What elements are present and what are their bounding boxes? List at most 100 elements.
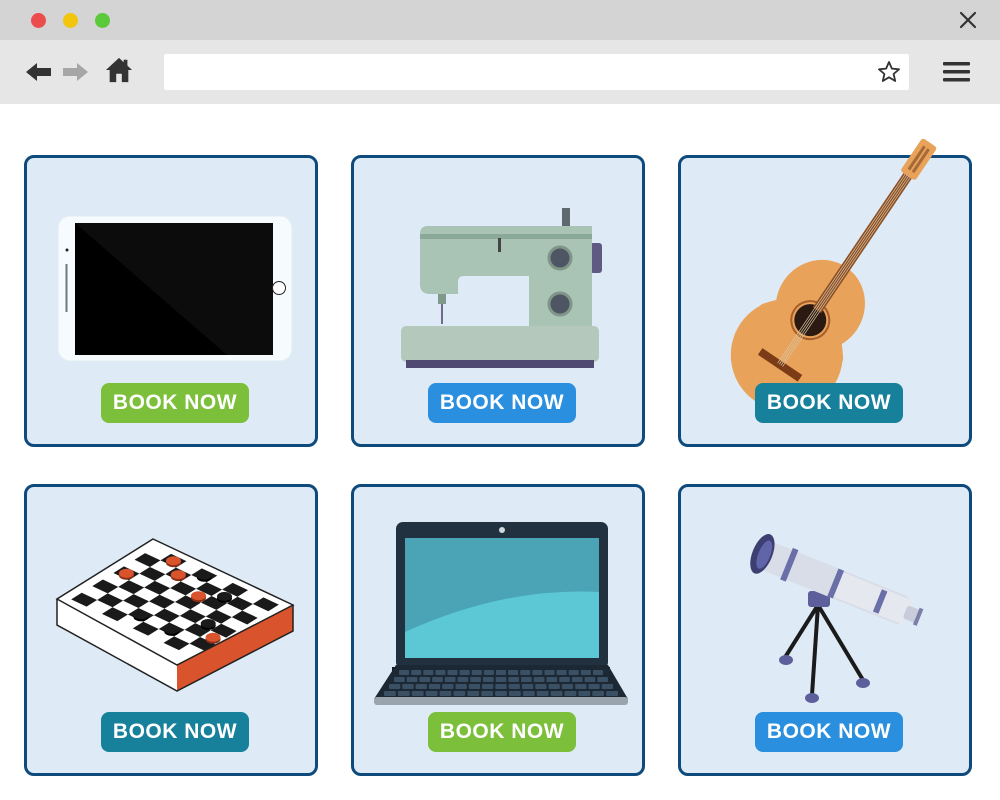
laptop-key <box>444 677 456 682</box>
laptop-key <box>535 684 547 689</box>
laptop-key <box>411 691 424 696</box>
forward-arrow-icon[interactable] <box>60 58 90 86</box>
laptop-key <box>442 684 454 689</box>
laptop-key <box>495 691 507 696</box>
laptop-key <box>425 691 438 696</box>
laptop-key <box>606 691 618 696</box>
laptop-key <box>389 684 401 689</box>
laptop-key <box>439 691 452 696</box>
laptop-key <box>521 677 532 682</box>
laptop-key <box>447 670 458 675</box>
laptop-key <box>467 691 480 696</box>
laptop-key <box>495 684 507 689</box>
laptop-key <box>592 691 605 696</box>
laptop-key <box>495 670 507 675</box>
book-now-button[interactable]: BOOK NOW <box>101 712 249 752</box>
laptop-key <box>415 684 427 689</box>
laptop-key <box>556 670 567 675</box>
laptop-key <box>508 684 520 689</box>
laptop-key <box>550 691 563 696</box>
laptop-key <box>482 684 494 689</box>
checker-piece <box>164 624 180 634</box>
checker-piece <box>205 632 221 642</box>
laptop-key <box>559 677 570 682</box>
address-bar[interactable] <box>164 54 909 90</box>
laptop-key <box>435 670 446 675</box>
product-card-tablet: BOOK NOW <box>24 155 318 447</box>
laptop-key <box>481 691 494 696</box>
checker-piece <box>133 610 149 620</box>
book-now-button[interactable]: BOOK NOW <box>428 712 576 752</box>
laptop-key <box>495 677 507 682</box>
laptop-key <box>520 670 531 675</box>
checker-piece <box>170 570 186 580</box>
laptop-key <box>568 670 579 675</box>
book-now-button[interactable]: BOOK NOW <box>755 712 903 752</box>
checker-piece <box>217 591 232 601</box>
laptop-key <box>483 670 494 675</box>
window-maximize-dot[interactable] <box>95 13 110 28</box>
laptop-key <box>384 691 396 696</box>
laptop-key <box>546 677 558 682</box>
laptop-key <box>508 677 520 682</box>
laptop-key <box>584 677 596 682</box>
laptop-key <box>597 677 608 682</box>
laptop-key <box>471 670 482 675</box>
checker-piece <box>191 591 207 601</box>
laptop-key <box>592 670 603 675</box>
laptop-key <box>397 691 410 696</box>
laptop-key <box>548 684 560 689</box>
laptop-key <box>588 684 600 689</box>
laptop-key <box>394 677 405 682</box>
laptop-key <box>575 684 587 689</box>
laptop-key <box>423 670 434 675</box>
laptop-key <box>532 670 543 675</box>
product-card-sewing-machine: BOOK NOW <box>351 155 645 447</box>
hamburger-menu-icon[interactable] <box>942 60 972 84</box>
laptop-key <box>578 691 591 696</box>
laptop-key <box>580 670 591 675</box>
checker-piece <box>200 618 216 628</box>
laptop-key <box>508 670 519 675</box>
window-minimize-dot[interactable] <box>63 13 78 28</box>
laptop-key <box>468 684 481 689</box>
product-card-telescope: BOOK NOW <box>678 484 972 776</box>
laptop-key <box>571 677 583 682</box>
product-card-laptop: BOOK NOW <box>351 484 645 776</box>
laptop-key <box>428 684 441 689</box>
book-now-button[interactable]: BOOK NOW <box>428 383 576 423</box>
laptop-key <box>402 684 414 689</box>
laptop-key <box>432 677 443 682</box>
laptop-key <box>470 677 481 682</box>
window-titlebar <box>0 0 1000 40</box>
laptop-key <box>564 691 577 696</box>
laptop-key <box>521 684 534 689</box>
laptop-key <box>508 691 521 696</box>
window-close-dot[interactable] <box>31 13 46 28</box>
book-now-button[interactable]: BOOK NOW <box>101 383 249 423</box>
product-card-checkers-board: BOOK NOW <box>24 484 318 776</box>
star-icon[interactable] <box>877 60 901 84</box>
laptop-key <box>536 691 549 696</box>
home-icon[interactable] <box>104 56 134 84</box>
laptop-key <box>459 670 470 675</box>
laptop-key <box>455 684 467 689</box>
close-icon[interactable] <box>958 10 978 30</box>
product-card-guitar: BOOK NOW <box>678 138 972 447</box>
checker-piece <box>118 568 134 578</box>
laptop-key <box>544 670 555 675</box>
laptop-key <box>399 670 410 675</box>
checker-piece <box>165 556 181 566</box>
book-now-button[interactable]: BOOK NOW <box>755 383 903 423</box>
laptop-key <box>457 677 469 682</box>
laptop-key <box>411 670 422 675</box>
checker-piece <box>196 570 212 580</box>
browser-toolbar <box>0 40 1000 104</box>
laptop-key <box>419 677 431 682</box>
laptop-key <box>533 677 545 682</box>
laptop-key <box>453 691 466 696</box>
laptop-key <box>561 684 574 689</box>
laptop-key <box>601 684 613 689</box>
back-arrow-icon[interactable] <box>24 58 54 86</box>
laptop-key <box>482 677 494 682</box>
